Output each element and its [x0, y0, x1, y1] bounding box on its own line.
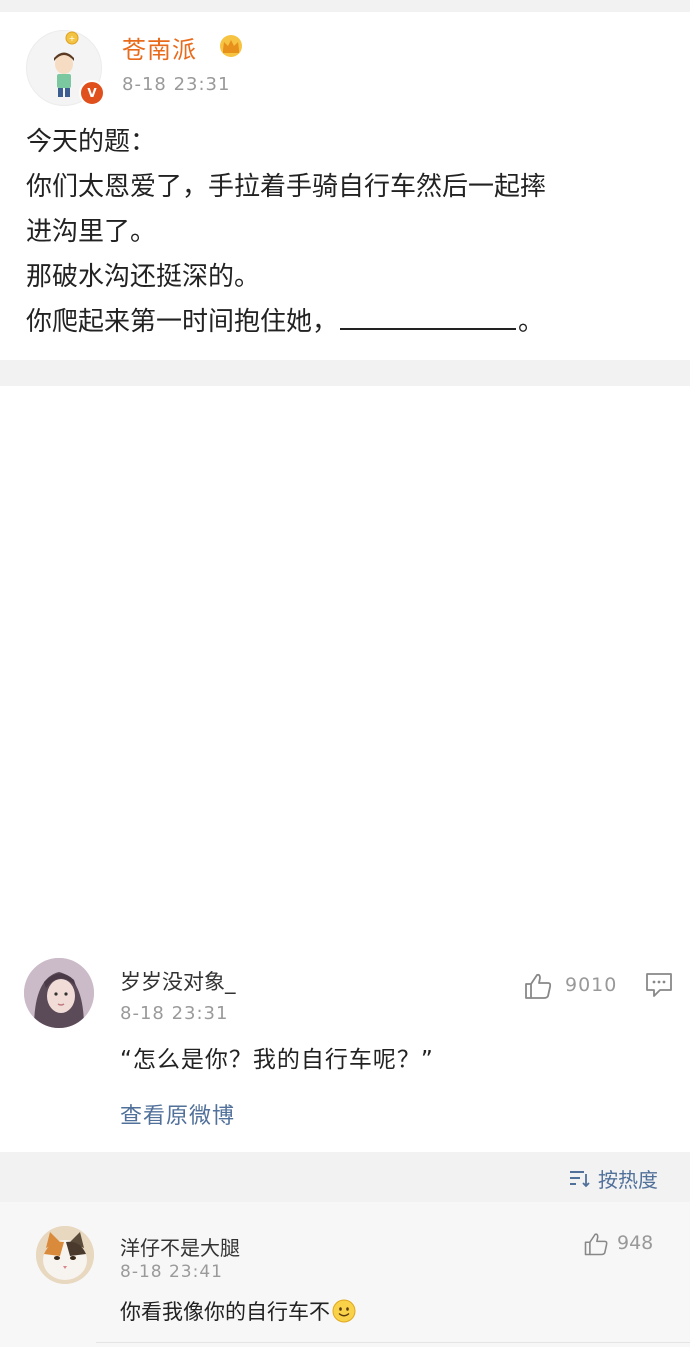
post-line: 那破水沟还挺深的。: [26, 262, 261, 292]
comment-time: 8-18 23:31: [120, 1003, 229, 1024]
like-count: 948: [617, 1232, 654, 1254]
commenter-name[interactable]: 洋仔不是大腿: [120, 1232, 240, 1261]
thumbs-up-icon[interactable]: [582, 1230, 610, 1258]
post-line-last-suffix: 。: [518, 307, 545, 337]
svg-text:+: +: [69, 34, 76, 43]
post-line-last: 你爬起来第一时间抱住她， 。: [26, 300, 666, 345]
comment-text: 你看我像你的自行车不: [120, 1296, 356, 1326]
sort-by-heat-button[interactable]: 按热度: [598, 1164, 658, 1193]
commenter-name[interactable]: 岁岁没对象_: [120, 966, 236, 996]
commenter-avatar[interactable]: [24, 958, 94, 1028]
comment-time: 8-18 23:41: [120, 1262, 223, 1282]
post-line: 你们太恩爱了，手拉着手骑自行车然后一起摔: [26, 172, 547, 202]
view-original-link[interactable]: 查看原微博: [120, 1098, 235, 1130]
smiley-icon: [332, 1299, 356, 1323]
fill-in-blank: [340, 326, 517, 330]
post-line: 进沟里了。: [26, 217, 157, 247]
post-time: 8-18 23:31: [122, 74, 231, 95]
like-count: 9010: [565, 974, 618, 996]
verified-badge: V: [79, 80, 105, 106]
comment-text: “怎么是你？我的自行车呢？”: [120, 1047, 434, 1073]
top-divider: [0, 0, 690, 12]
sort-icon[interactable]: [568, 1168, 590, 1188]
post-divider: [0, 360, 690, 386]
thumbs-up-icon[interactable]: [522, 970, 554, 1002]
post-line-last-prefix: 你爬起来第一时间抱住她，: [26, 307, 339, 337]
commenter-avatar[interactable]: [36, 1226, 94, 1284]
girl-photo-icon: [24, 958, 94, 1028]
post-content: 今天的题： 你们太恩爱了，手拉着手骑自行车然后一起摔 进沟里了。 那破水沟还挺深…: [26, 120, 666, 345]
post-author-name[interactable]: 苍南派: [122, 30, 197, 65]
crown-icon: [220, 35, 242, 57]
comment-icon[interactable]: [645, 972, 673, 998]
cat-photo-icon: [36, 1226, 94, 1284]
post-line: 今天的题：: [26, 127, 157, 157]
comment-text-body: 你看我像你的自行车不: [120, 1300, 330, 1324]
divider: [96, 1342, 690, 1343]
